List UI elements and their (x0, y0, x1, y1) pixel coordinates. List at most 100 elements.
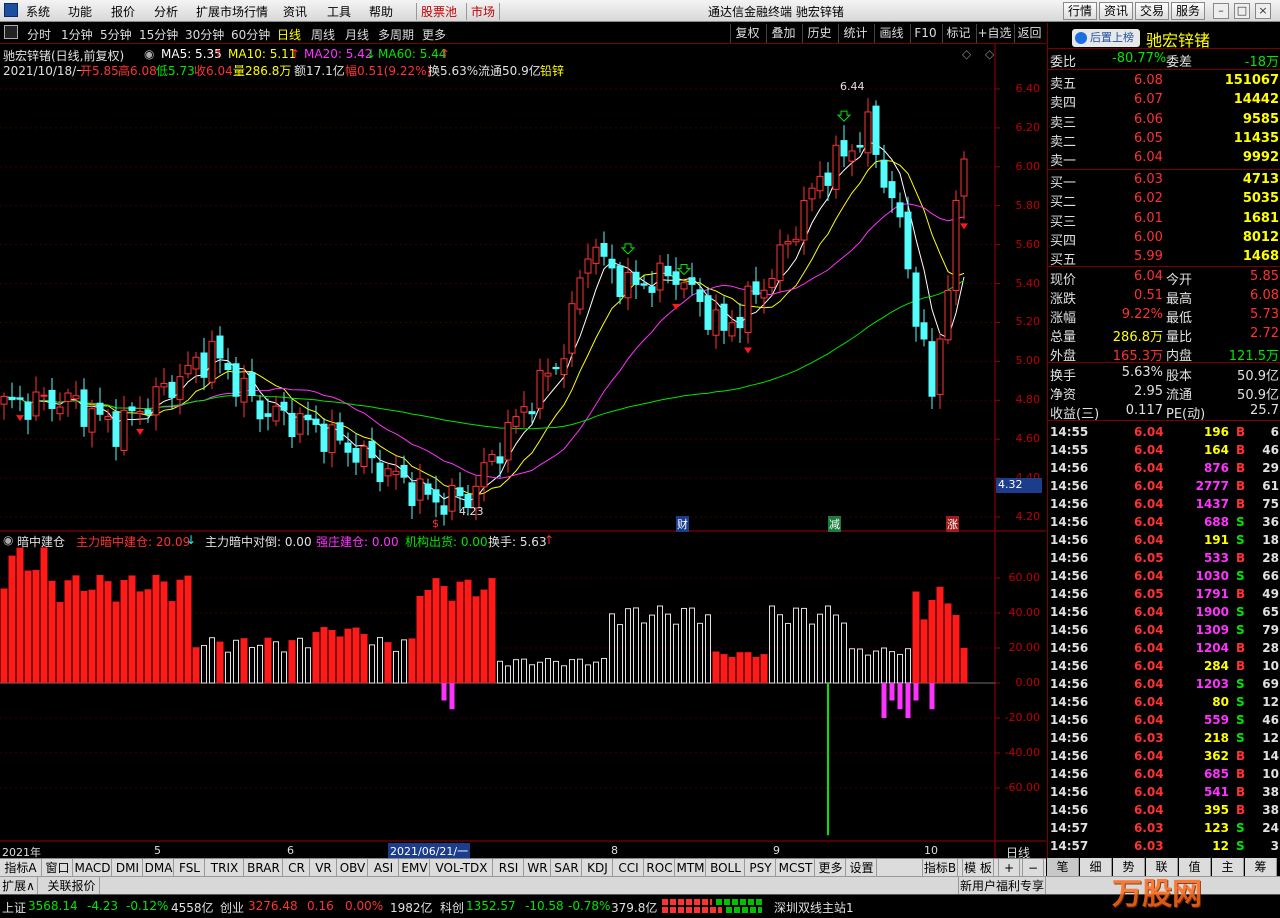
candle-body[interactable] (792, 238, 800, 243)
candle-body[interactable] (592, 246, 600, 264)
candle-body[interactable] (392, 470, 400, 476)
candle-body[interactable] (224, 363, 232, 371)
candle-body[interactable] (576, 277, 584, 310)
candle-body[interactable] (432, 489, 440, 503)
indicator-menu-icon[interactable]: ◉ (3, 533, 13, 547)
candle-body[interactable] (400, 464, 408, 478)
stats-button[interactable]: 统计 (838, 24, 872, 43)
toolbar-trade-button[interactable]: 交易 (1135, 2, 1169, 20)
indicator-right-tab[interactable]: 指标B (922, 859, 958, 877)
period-15min[interactable]: 15分钟 (139, 26, 178, 43)
candle-body[interactable] (848, 150, 856, 162)
candle-body[interactable] (384, 468, 392, 477)
candle-body[interactable] (272, 405, 280, 422)
candle-body[interactable] (928, 341, 936, 397)
indicator-tab[interactable]: BRAR (245, 859, 283, 877)
sh-index-name[interactable]: 上证 (2, 899, 26, 916)
menu-market[interactable]: 市场 (466, 3, 501, 20)
candle-body[interactable] (800, 200, 808, 241)
toolbar-quote-button[interactable]: 行情 (1063, 2, 1097, 20)
period-more[interactable]: 更多 (422, 26, 446, 43)
candle-body[interactable] (144, 409, 152, 415)
indicator-tab[interactable]: WR (525, 859, 551, 877)
candle-body[interactable] (184, 364, 192, 375)
event-reduce[interactable]: 减 (828, 516, 841, 532)
indicator-tab[interactable]: TRIX (206, 859, 244, 877)
candle-body[interactable] (944, 289, 952, 341)
candle-body[interactable] (688, 277, 696, 285)
new-user-benefit-link[interactable]: 新用户福利专享 (958, 877, 1046, 895)
candle-body[interactable] (24, 401, 32, 420)
period-daily[interactable]: 日线 (277, 26, 301, 43)
candle-body[interactable] (248, 372, 256, 396)
quote-bottom-tab[interactable]: 笔 (1047, 858, 1079, 876)
period-60min[interactable]: 60分钟 (231, 26, 270, 43)
menu-help[interactable]: 帮助 (369, 3, 393, 20)
candle-body[interactable] (32, 391, 40, 417)
candle-body[interactable] (736, 316, 744, 329)
indicator-tab[interactable]: MACD (74, 859, 112, 877)
indicator-tab[interactable]: VR (311, 859, 337, 877)
candle-body[interactable] (16, 397, 24, 400)
close-icon[interactable]: × (1255, 3, 1271, 19)
candle-body[interactable] (880, 159, 888, 188)
candle-body[interactable] (640, 283, 648, 286)
event-limit-up[interactable]: 涨 (946, 516, 959, 532)
period-1min[interactable]: 1分钟 (61, 26, 93, 43)
collapse-icon[interactable]: ◇ (985, 47, 994, 61)
candle-body[interactable] (504, 422, 512, 461)
candle-body[interactable] (40, 394, 48, 397)
kc-index-name[interactable]: 科创 (440, 899, 464, 916)
candle-body[interactable] (808, 187, 816, 200)
indicator-name[interactable]: 暗中建仓 (17, 533, 65, 550)
indicator-tab[interactable]: BOLL (707, 859, 745, 877)
candle-body[interactable] (136, 410, 144, 414)
candle-body[interactable] (832, 144, 840, 190)
candle-body[interactable] (616, 265, 624, 298)
candle-body[interactable] (904, 211, 912, 270)
indicator-tab[interactable]: MTM (676, 859, 706, 877)
indicator-right-tab[interactable]: 模 板 (962, 859, 994, 877)
candle-body[interactable] (128, 406, 136, 412)
candle-body[interactable] (752, 281, 760, 295)
candle-body[interactable] (648, 286, 656, 293)
period-5min[interactable]: 5分钟 (100, 26, 132, 43)
related-quote-tab[interactable]: 关联报价 (44, 877, 100, 895)
candle-body[interactable] (448, 485, 456, 512)
menu-news[interactable]: 资讯 (283, 3, 307, 20)
candle-body[interactable] (600, 243, 608, 257)
candle-body[interactable] (624, 272, 632, 299)
candle-body[interactable] (72, 395, 80, 400)
back-button[interactable]: 返回 (1014, 24, 1044, 43)
candle-body[interactable] (232, 363, 240, 397)
candle-body[interactable] (704, 295, 712, 330)
candle-body[interactable] (560, 358, 568, 376)
expand-tab[interactable]: 扩展∧ (0, 877, 38, 895)
draw-button[interactable]: 画线 (874, 24, 908, 43)
badge-button[interactable]: 后置上榜 (1072, 29, 1140, 47)
candle-body[interactable] (360, 445, 368, 468)
menu-function[interactable]: 功能 (68, 3, 92, 20)
period-multi[interactable]: 多周期 (378, 26, 414, 43)
indicator-tab[interactable]: OBV (338, 859, 368, 877)
candle-body[interactable] (960, 158, 968, 197)
indicator-tab[interactable]: 窗口 (43, 859, 73, 877)
event-dividend[interactable]: $ (432, 517, 439, 530)
indicator-tab[interactable]: CCI (614, 859, 644, 877)
candle-body[interactable] (776, 244, 784, 281)
candle-body[interactable] (64, 392, 72, 402)
candle-body[interactable] (336, 422, 344, 441)
minimize-icon[interactable]: – (1213, 3, 1229, 19)
menu-ext-market[interactable]: 扩展市场行情 (196, 3, 268, 20)
candle-body[interactable] (552, 366, 560, 370)
candle-body[interactable] (720, 303, 728, 331)
candle-body[interactable] (80, 389, 88, 427)
candle-body[interactable] (192, 356, 200, 370)
event-finance[interactable]: 财 (676, 516, 689, 532)
candle-body[interactable] (520, 406, 528, 413)
candle-body[interactable] (856, 144, 864, 148)
candle-body[interactable] (952, 199, 960, 291)
candle-body[interactable] (696, 289, 704, 302)
menu-tools[interactable]: 工具 (327, 3, 351, 20)
candle-body[interactable] (664, 265, 672, 277)
